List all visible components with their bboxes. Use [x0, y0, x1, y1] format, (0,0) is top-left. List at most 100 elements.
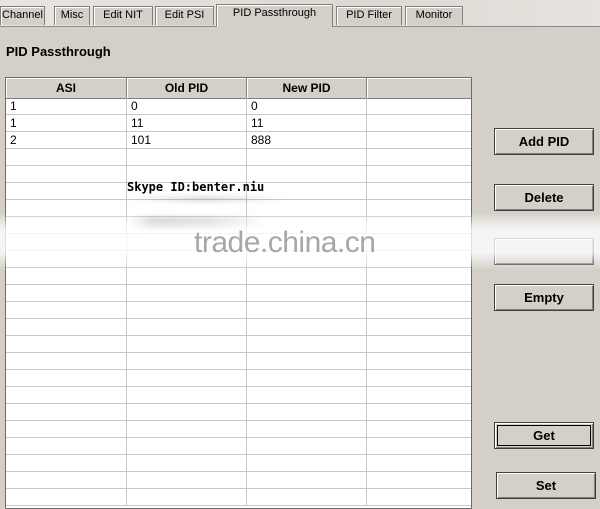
table-row[interactable] [6, 438, 471, 455]
tab-pid-filter[interactable]: PID Filter [336, 6, 402, 25]
table-cell[interactable] [367, 370, 471, 387]
table-cell[interactable] [127, 404, 247, 421]
table-row[interactable]: 100 [6, 98, 471, 115]
table-row[interactable] [6, 302, 471, 319]
table-row[interactable]: 1 11 11 [6, 115, 471, 132]
table-row[interactable] [6, 455, 471, 472]
add-pid-button[interactable]: Add PID [494, 128, 594, 155]
table-cell[interactable] [6, 336, 127, 353]
table-cell[interactable] [247, 438, 367, 455]
table-cell[interactable] [247, 302, 367, 319]
tab-channel[interactable]: Channel [0, 6, 45, 25]
table-cell[interactable] [247, 387, 367, 404]
table-cell[interactable] [6, 472, 127, 489]
column-header-old-pid[interactable]: Old PID [127, 78, 247, 98]
table-cell[interactable] [367, 302, 471, 319]
table-cell[interactable] [367, 98, 471, 115]
column-header-new-pid[interactable]: New PID [247, 78, 367, 98]
tab-edit-nit[interactable]: Edit NIT [93, 6, 153, 25]
set-button[interactable]: Set [496, 472, 596, 499]
table-cell[interactable] [367, 353, 471, 370]
table-cell[interactable] [367, 438, 471, 455]
table-cell[interactable] [127, 438, 247, 455]
table-cell[interactable] [367, 455, 471, 472]
table-cell[interactable] [6, 438, 127, 455]
table-cell[interactable] [367, 387, 471, 404]
table-cell[interactable] [6, 268, 127, 285]
table-cell[interactable] [6, 166, 127, 183]
table-cell[interactable] [127, 336, 247, 353]
table-cell[interactable] [127, 302, 247, 319]
table-cell[interactable]: 11 [127, 115, 247, 132]
table-cell[interactable] [247, 336, 367, 353]
table-cell[interactable] [367, 336, 471, 353]
table-cell[interactable] [247, 455, 367, 472]
column-header-asi[interactable]: ASI [6, 78, 127, 98]
table-cell[interactable]: 888 [247, 132, 367, 149]
table-row[interactable] [6, 472, 471, 489]
column-header-empty[interactable] [367, 78, 471, 98]
table-cell[interactable] [127, 421, 247, 438]
table-cell[interactable] [6, 302, 127, 319]
table-cell[interactable] [6, 149, 127, 166]
table-cell[interactable] [247, 319, 367, 336]
table-cell[interactable] [127, 455, 247, 472]
pid-table[interactable]: ASI Old PID New PID 1 0 0 1 11 11 2 101 888 [5, 77, 472, 509]
tab-pid-passthrough[interactable]: PID Passthrough [216, 4, 333, 27]
table-cell[interactable] [127, 472, 247, 489]
table-row[interactable] [6, 268, 471, 285]
table-cell[interactable]: 1 [6, 115, 127, 132]
table-cell[interactable] [247, 472, 367, 489]
table-row[interactable] [6, 149, 471, 166]
table-cell[interactable] [367, 404, 471, 421]
table-cell[interactable] [6, 183, 127, 200]
table-cell[interactable]: 101 [127, 132, 247, 149]
table-cell[interactable] [247, 489, 367, 506]
table-cell[interactable] [247, 149, 367, 166]
table-row[interactable]: 2 101 888 [6, 132, 471, 149]
table-cell[interactable]: 0 [247, 98, 367, 115]
table-cell[interactable] [247, 353, 367, 370]
table-cell[interactable] [6, 353, 127, 370]
table-row[interactable] [6, 336, 471, 353]
table-cell[interactable] [6, 370, 127, 387]
table-cell[interactable] [127, 319, 247, 336]
table-cell[interactable] [6, 455, 127, 472]
table-row[interactable] [6, 353, 471, 370]
table-cell[interactable]: 0 [127, 98, 247, 115]
table-row[interactable] [6, 421, 471, 438]
table-cell[interactable] [6, 285, 127, 302]
table-cell[interactable] [6, 387, 127, 404]
table-cell[interactable] [367, 183, 471, 200]
table-row[interactable] [6, 489, 471, 506]
table-cell[interactable] [367, 421, 471, 438]
table-cell[interactable] [247, 370, 367, 387]
table-cell[interactable] [127, 149, 247, 166]
table-cell[interactable] [247, 421, 367, 438]
table-cell[interactable] [6, 319, 127, 336]
table-cell[interactable] [247, 404, 367, 421]
table-cell[interactable]: 1 [6, 98, 127, 115]
table-cell[interactable] [127, 353, 247, 370]
table-cell[interactable] [247, 285, 367, 302]
table-cell[interactable] [367, 149, 471, 166]
table-cell[interactable] [367, 472, 471, 489]
tab-misc[interactable]: Misc [54, 6, 90, 25]
table-cell[interactable] [127, 268, 247, 285]
table-cell[interactable] [367, 268, 471, 285]
delete-button[interactable]: Delete [494, 184, 594, 211]
table-row[interactable] [6, 285, 471, 302]
table-cell[interactable] [247, 268, 367, 285]
table-cell[interactable] [6, 421, 127, 438]
table-cell[interactable] [367, 489, 471, 506]
table-row[interactable] [6, 387, 471, 404]
table-cell[interactable] [127, 370, 247, 387]
table-cell[interactable] [6, 489, 127, 506]
table-cell[interactable] [6, 404, 127, 421]
table-row[interactable] [6, 404, 471, 421]
table-cell[interactable] [367, 166, 471, 183]
table-cell[interactable] [367, 319, 471, 336]
table-cell[interactable]: 11 [247, 115, 367, 132]
get-button[interactable]: Get [494, 422, 594, 449]
table-cell[interactable] [367, 115, 471, 132]
